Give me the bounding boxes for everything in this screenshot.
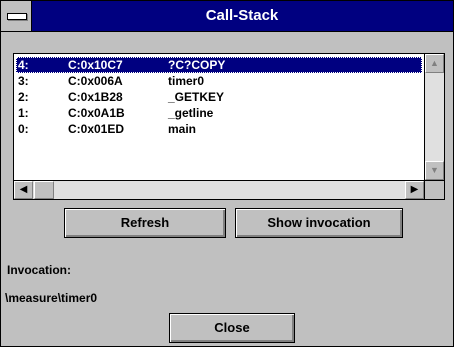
call-stack-rows: 4: C:0x10C7 ?C?COPY 3: C:0x006A timer0 2: C:0x1… <box>14 54 424 180</box>
window-title: Call-Stack <box>205 7 279 24</box>
stack-level: 1: <box>18 106 29 120</box>
stack-level: 4: <box>18 58 29 72</box>
call-stack-row[interactable]: 3: C:0x006A timer0 <box>16 73 422 89</box>
stack-address: C:0x1B28 <box>68 90 123 104</box>
scroll-right-icon[interactable]: ▶ <box>405 181 424 199</box>
stack-address: C:0x006A <box>68 74 123 88</box>
invocation-value: \measure\timer0 <box>5 291 98 305</box>
scroll-left-icon[interactable]: ◀ <box>14 181 33 199</box>
call-stack-dialog: Call-Stack 4: C:0x10C7 ?C?COPY 3: C:0x006A ti… <box>0 0 454 347</box>
call-stack-row[interactable]: 0: C:0x01ED main <box>16 121 422 137</box>
title-bar[interactable]: Call-Stack <box>1 1 453 32</box>
stack-function: ?C?COPY <box>168 58 226 72</box>
horizontal-scrollbar[interactable]: ◀ ▶ <box>14 180 424 199</box>
show-invocation-button[interactable]: Show invocation <box>235 208 403 238</box>
scroll-down-icon[interactable]: ▼ <box>425 161 444 180</box>
stack-function: timer0 <box>168 74 205 88</box>
system-menu-icon <box>7 13 27 20</box>
stack-function: _getline <box>168 106 214 120</box>
invocation-label: Invocation: <box>7 263 72 277</box>
call-stack-row[interactable]: 4: C:0x10C7 ?C?COPY <box>16 57 422 73</box>
call-stack-row[interactable]: 2: C:0x1B28 _GETKEY <box>16 89 422 105</box>
vertical-scrollbar[interactable]: ▲ ▼ <box>424 54 444 180</box>
system-menu-button[interactable] <box>1 1 32 31</box>
stack-address: C:0x10C7 <box>68 58 123 72</box>
stack-level: 3: <box>18 74 29 88</box>
stack-address: C:0x0A1B <box>68 106 125 120</box>
stack-address: C:0x01ED <box>68 122 125 136</box>
scrollbar-corner <box>424 180 444 199</box>
stack-level: 2: <box>18 90 29 104</box>
stack-level: 0: <box>18 122 29 136</box>
close-button[interactable]: Close <box>169 313 295 343</box>
scroll-up-icon[interactable]: ▲ <box>425 54 444 73</box>
call-stack-row[interactable]: 1: C:0x0A1B _getline <box>16 105 422 121</box>
call-stack-list[interactable]: 4: C:0x10C7 ?C?COPY 3: C:0x006A timer0 2: C:0x1… <box>13 53 445 200</box>
scroll-thumb[interactable] <box>34 181 54 199</box>
stack-function: main <box>168 122 197 136</box>
stack-function: _GETKEY <box>168 90 225 104</box>
refresh-button[interactable]: Refresh <box>64 208 226 238</box>
